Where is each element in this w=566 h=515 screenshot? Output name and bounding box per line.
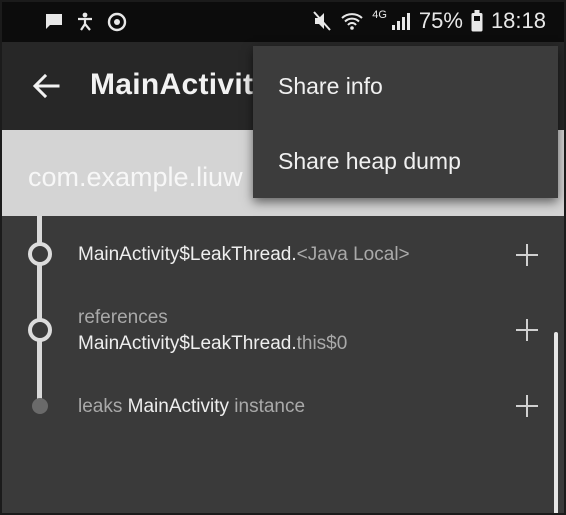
network-type: 4G: [372, 9, 387, 21]
clock: 18:18: [490, 8, 546, 33]
trace-class-name: MainActivity: [127, 396, 229, 417]
scrollbar[interactable]: [554, 332, 558, 513]
expand-plus-icon[interactable]: [516, 395, 538, 417]
mute-icon: [312, 10, 332, 32]
trace-node: [28, 318, 52, 342]
back-button[interactable]: [28, 68, 64, 104]
trace-suffix: instance: [229, 396, 306, 417]
trace-reference-label: references: [78, 307, 168, 328]
overflow-menu: Share info Share heap dump: [253, 46, 558, 198]
accessibility-icon: [74, 11, 96, 33]
battery-icon: [471, 10, 483, 32]
sync-icon: [106, 11, 128, 33]
trace-class-name: MainActivity$LeakThread.: [78, 244, 297, 265]
list-item: MainActivity$LeakThread.this$0: [78, 333, 347, 355]
wifi-icon: [340, 11, 364, 31]
menu-item-share-heap-dump[interactable]: Share heap dump: [278, 148, 461, 175]
trace-field: <Java Local>: [296, 244, 410, 265]
expand-plus-icon[interactable]: [516, 319, 538, 341]
app-screen: 4G 75% 18:18 MainActivity com.example.li…: [0, 0, 566, 515]
trace-node: [28, 242, 52, 266]
list-item: MainActivity$LeakThread.<Java Local>: [78, 244, 410, 266]
menu-item-share-info[interactable]: Share info: [278, 73, 383, 100]
arrow-left-icon: [32, 73, 60, 99]
leak-trace-list: MainActivity$LeakThread.<Java Local> ref…: [2, 216, 564, 513]
battery-percent: 75%: [418, 8, 463, 33]
list-item: leaks MainActivity instance: [78, 396, 305, 418]
package-name: com.example.liuw: [28, 162, 243, 192]
trace-class-name: MainActivity$LeakThread.: [78, 333, 297, 354]
page-title: MainActivity: [90, 68, 271, 101]
message-icon: [44, 12, 64, 32]
trace-field: this$0: [296, 333, 348, 354]
trace-prefix: leaks: [78, 396, 128, 417]
leak-node: [32, 398, 48, 414]
expand-plus-icon[interactable]: [516, 244, 538, 266]
status-bar: 4G 75% 18:18: [2, 2, 564, 42]
signal-icon: [391, 11, 411, 31]
